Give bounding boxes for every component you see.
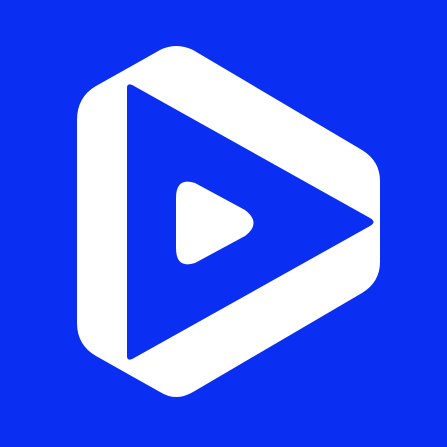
app-icon (0, 0, 447, 447)
play-logo-icon (0, 0, 447, 447)
